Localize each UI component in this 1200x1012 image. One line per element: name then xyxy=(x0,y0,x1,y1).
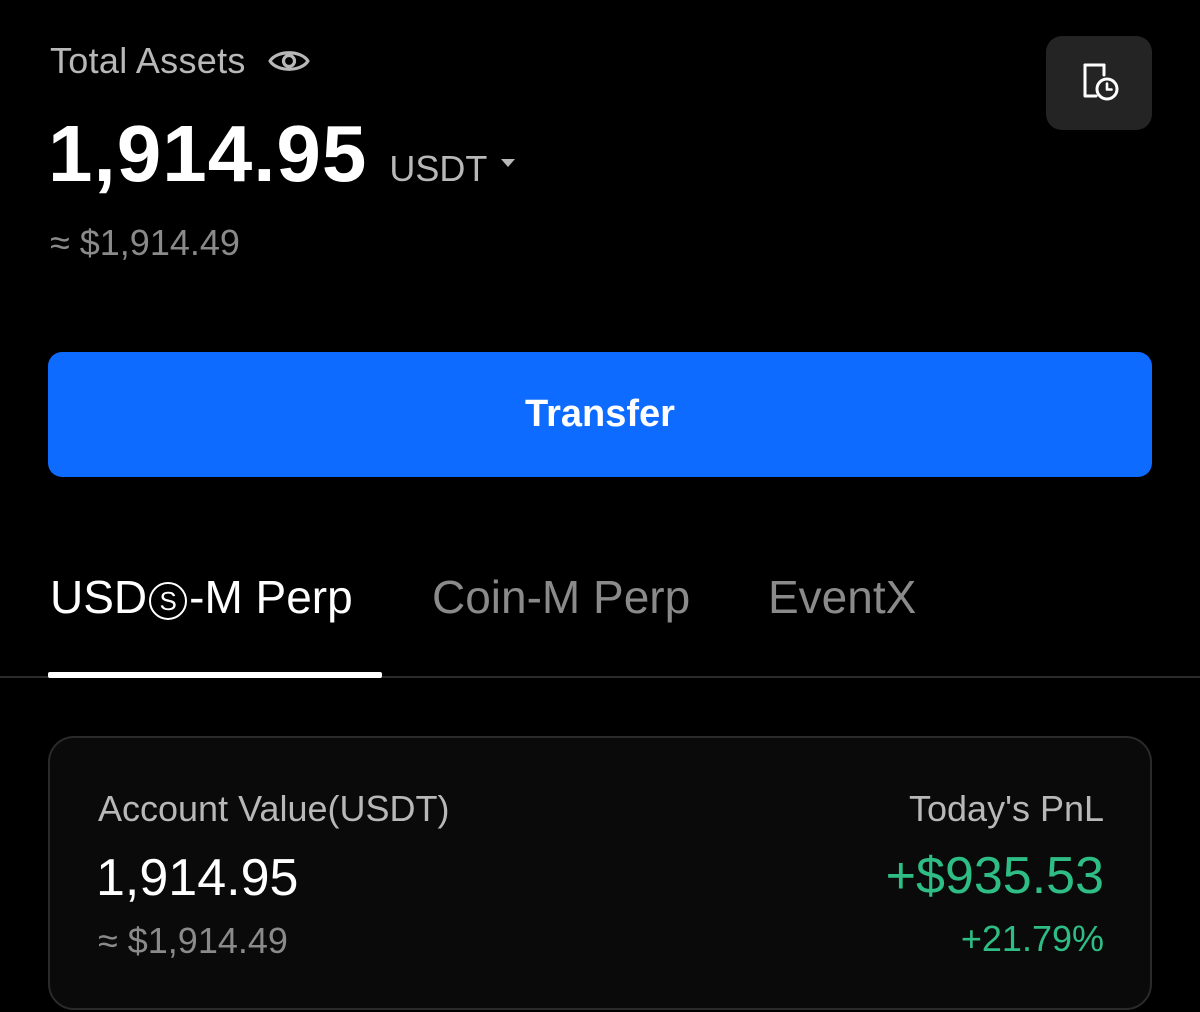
caret-down-icon xyxy=(501,159,516,167)
todays-pnl-percent: +21.79% xyxy=(960,918,1104,959)
total-assets-header: Total Assets xyxy=(50,38,310,84)
active-tab-indicator xyxy=(48,672,382,678)
currency-label: USDT xyxy=(389,148,488,189)
history-button[interactable] xyxy=(1046,36,1152,130)
total-assets-label: Total Assets xyxy=(50,40,246,81)
account-value: 1,914.95 xyxy=(96,849,299,907)
account-value-approx-usd: ≈ $1,914.49 xyxy=(98,920,288,961)
tab-usds-m-perp[interactable]: USD S -M Perp xyxy=(50,570,353,624)
account-value-label: Account Value(USDT) xyxy=(98,788,450,829)
tab-usds-m-perp-suffix: -M Perp xyxy=(189,571,353,623)
tab-usds-m-perp-circle: S xyxy=(149,582,188,620)
currency-dropdown[interactable]: USDT xyxy=(389,148,516,190)
total-assets-value: 1,914.95 xyxy=(48,109,368,198)
account-value-card: Account Value(USDT) 1,914.95 ≈ $1,914.49… xyxy=(48,736,1152,1010)
tab-eventx[interactable]: EventX xyxy=(768,570,916,624)
eye-icon[interactable] xyxy=(268,46,310,76)
total-assets-value-row: 1,914.95 USDT xyxy=(48,108,516,200)
total-assets-approx-usd: ≈ $1,914.49 xyxy=(50,222,240,263)
tab-coin-m-perp[interactable]: Coin-M Perp xyxy=(432,570,690,624)
history-clock-icon xyxy=(1077,59,1121,108)
assets-screen: Total Assets 1,914.95 USDT ≈ $1,914.49 T… xyxy=(0,0,1200,1012)
contract-tabs: USD S -M Perp Coin-M Perp EventX xyxy=(0,570,1200,678)
tab-usds-m-perp-prefix: USD xyxy=(50,571,148,623)
todays-pnl-value: +$935.53 xyxy=(885,847,1104,905)
transfer-button[interactable]: Transfer xyxy=(48,352,1152,477)
todays-pnl-label: Today's PnL xyxy=(909,788,1104,829)
